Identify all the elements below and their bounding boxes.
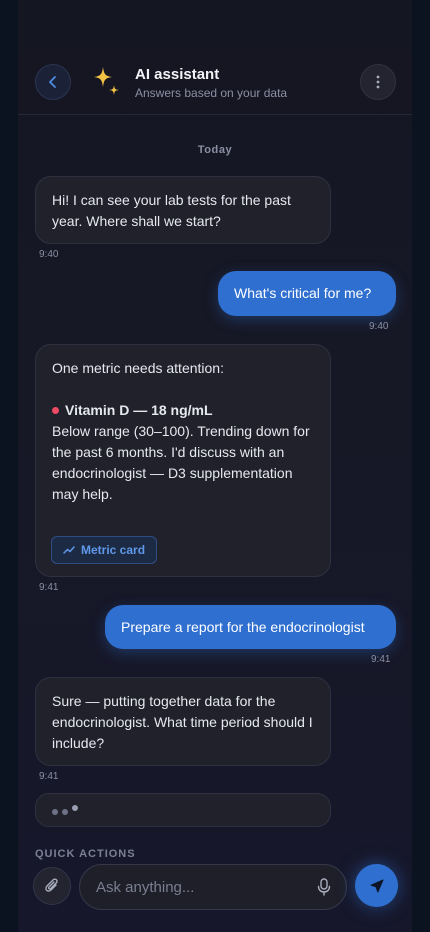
metric-card-label: Metric card [81,542,146,557]
quick-actions-label: QUICK ACTIONS [35,848,136,860]
message-text: Sure — putting together data for the end… [52,693,313,751]
message-input[interactable] [96,865,296,909]
typing-indicator [35,793,331,827]
message-time: 9:40 [369,321,389,332]
message-time: 9:41 [371,654,391,665]
page-subtitle: Answers based on your data [135,86,288,100]
send-icon [370,879,383,892]
message-text: Hi! I can see your lab tests for the pas… [52,192,291,229]
message-time: 9:40 [39,249,59,260]
attach-button[interactable] [33,867,71,905]
user-message: What's critical for me? [218,271,396,316]
message-input-wrapper [79,864,347,910]
back-button[interactable] [35,64,71,100]
more-vertical-icon [376,75,380,89]
metric-title-row: Vitamin D — 18 ng/mL [52,400,314,421]
typing-dot [52,809,58,815]
user-message: Prepare a report for the endocrinologist [105,605,396,649]
typing-dot [62,809,68,815]
microphone-icon[interactable] [317,878,331,896]
assistant-message: One metric needs attention: Vitamin D — … [35,344,331,577]
app-frame: AI assistant Answers based on your data … [18,0,412,932]
message-intro: One metric needs attention: [52,360,224,376]
date-separator: Today [197,144,233,156]
sparkles-icon [94,67,119,95]
trend-line-icon [63,546,75,554]
send-button[interactable] [355,864,398,907]
assistant-message: Hi! I can see your lab tests for the pas… [35,176,331,244]
chevron-left-icon [49,76,56,88]
chat-header: AI assistant Answers based on your data [18,50,412,115]
assistant-message: Sure — putting together data for the end… [35,677,331,766]
paperclip-icon [45,878,58,892]
status-dot [52,407,59,414]
message-time: 9:41 [39,582,59,593]
message-text: What's critical for me? [234,285,372,301]
message-time: 9:41 [39,771,59,782]
typing-dot [72,805,78,811]
message-body: Below range (30–100). Trending down for … [52,423,310,502]
metric-title: Vitamin D — 18 ng/mL [65,402,213,418]
page-title: AI assistant [135,66,220,83]
more-options-button[interactable] [360,64,396,100]
metric-card-button[interactable]: Metric card [51,536,158,564]
message-text: Prepare a report for the endocrinologist [121,618,365,635]
